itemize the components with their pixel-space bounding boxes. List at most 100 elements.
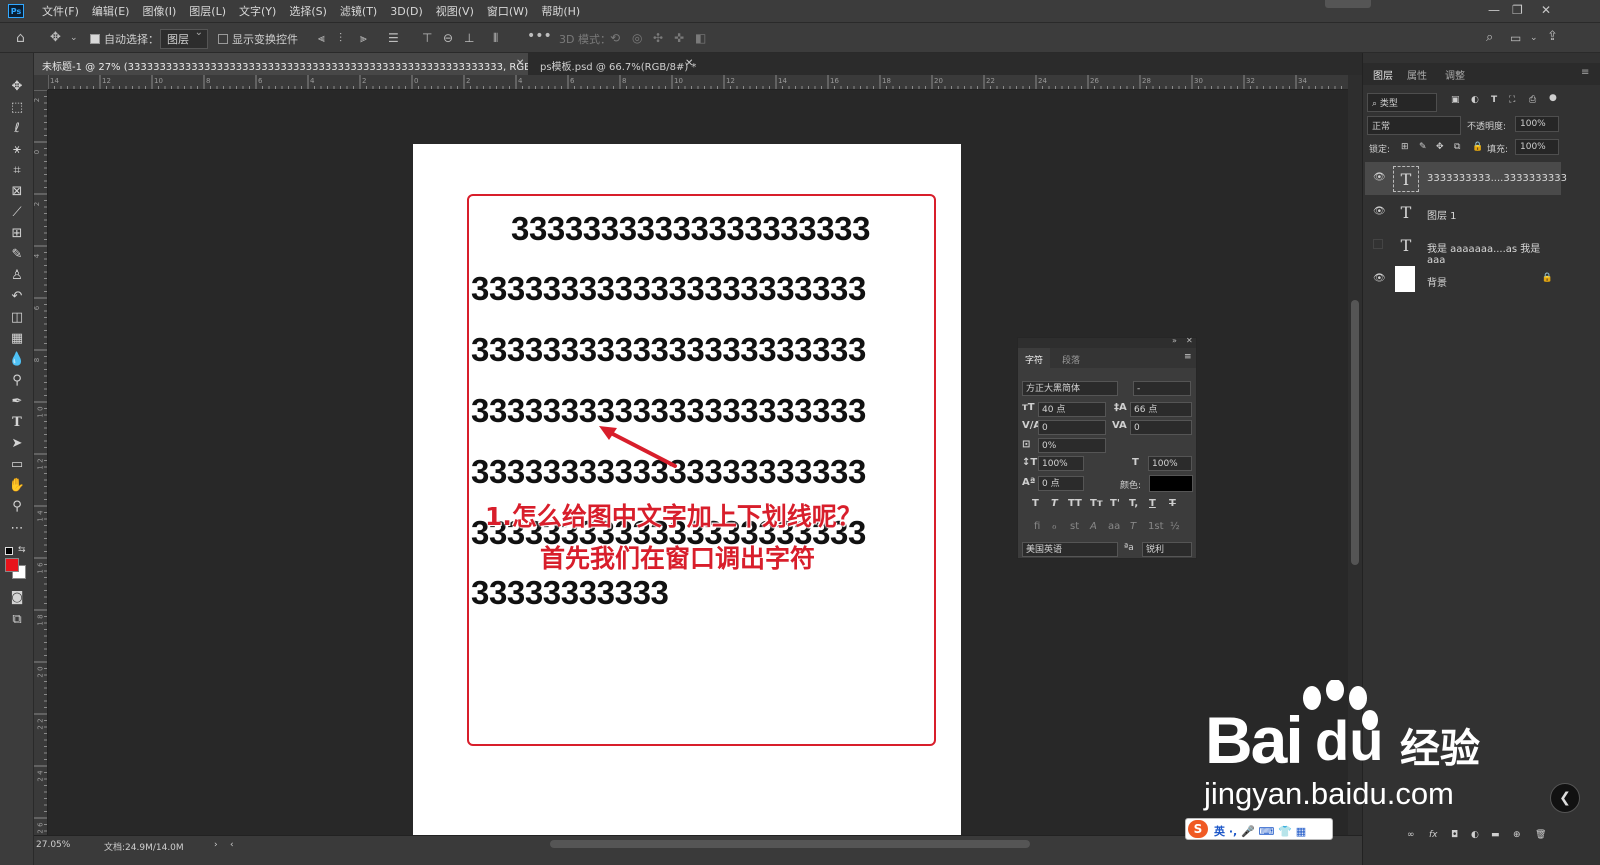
lock-artboard-icon[interactable]: ⧉ (1454, 142, 1460, 152)
minimize-button[interactable]: — (1488, 3, 1500, 17)
filter-adjustment-icon[interactable]: ◐ (1471, 95, 1479, 105)
scroll-left-arrow-icon[interactable]: ‹ (230, 840, 234, 850)
tab-ps-template[interactable]: ps模板.psd @ 66.7%(RGB/8#) * (532, 53, 702, 75)
status-menu-arrow-icon[interactable]: › (214, 840, 218, 850)
fill-field[interactable]: 100% (1515, 139, 1559, 155)
old-style-button[interactable]: ℴ (1052, 521, 1057, 532)
auto-select-checkbox[interactable]: 自动选择： (90, 31, 159, 47)
tsume-field[interactable]: 0% (1038, 438, 1106, 453)
home-icon[interactable]: ⌂ (16, 31, 25, 45)
lock-all-icon[interactable]: 🔒 (1472, 142, 1483, 152)
document-canvas[interactable]: 33333333333333333333 3333333333333333333… (413, 144, 961, 835)
filter-type-icon[interactable]: T (1491, 95, 1497, 105)
filter-shape-icon[interactable]: ⛶ (1509, 95, 1515, 105)
layer-name[interactable]: 背景 (1427, 274, 1447, 289)
font-style-dropdown[interactable]: - (1133, 381, 1191, 396)
layer-row[interactable]: T 我是 aaaaaaa....as 我是 aaa (1365, 229, 1561, 266)
text-color-swatch[interactable] (1149, 475, 1193, 492)
panel-header[interactable]: » ✕ (1018, 336, 1196, 348)
eyedropper-tool-icon[interactable]: ⟋ (8, 204, 26, 222)
font-size-field[interactable]: 40 点 (1038, 402, 1106, 417)
swap-colors-icon[interactable]: ⇆ (18, 545, 26, 555)
link-layers-icon[interactable]: ∞ (1407, 830, 1415, 840)
share-icon[interactable]: ⇪ (1547, 30, 1558, 43)
trash-icon[interactable]: 🗑 (1535, 830, 1546, 840)
all-caps-button[interactable]: TT (1068, 498, 1082, 509)
menu-file[interactable]: 文件(F) (42, 3, 79, 19)
filter-toggle-icon[interactable]: ● (1549, 93, 1557, 103)
lock-position-icon[interactable]: ✥ (1436, 142, 1444, 152)
healing-brush-tool-icon[interactable]: ⊞ (8, 225, 26, 243)
layer-row[interactable]: 👁 背景 🔒 (1365, 263, 1561, 296)
tab-paragraph[interactable]: 段落 (1062, 353, 1080, 366)
clone-stamp-tool-icon[interactable]: ♙ (8, 267, 26, 285)
align-hcenter-icon[interactable]: ⫶ (339, 32, 342, 44)
eye-hidden-icon[interactable] (1373, 239, 1383, 249)
vertical-scale-field[interactable]: 100% (1038, 456, 1084, 471)
ordinals-button[interactable]: T (1130, 521, 1136, 532)
adjustment-layer-icon[interactable]: ◐ (1471, 830, 1479, 840)
marquee-tool-icon[interactable]: ⬚ (8, 99, 26, 117)
menu-filter[interactable]: 滤镜(T) (340, 3, 377, 19)
lock-transparent-icon[interactable]: ⊞ (1401, 142, 1409, 152)
align-vcenter-icon[interactable]: ⊖ (443, 32, 453, 44)
chevron-down-icon[interactable]: ⌄ (70, 32, 78, 44)
zoom-level[interactable]: 27.05% (36, 840, 70, 850)
anti-alias-dropdown[interactable]: 锐利 (1142, 542, 1192, 557)
leading-field[interactable]: 66 点 (1130, 402, 1192, 417)
menu-help[interactable]: 帮助(H) (541, 3, 580, 19)
path-selection-tool-icon[interactable]: ➤ (8, 435, 26, 453)
opacity-field[interactable]: 100% (1515, 116, 1559, 132)
eye-icon[interactable]: 👁 (1373, 273, 1386, 284)
layer-name[interactable]: 图层 1 (1427, 207, 1457, 222)
close-window-button[interactable]: ✕ (1541, 3, 1551, 17)
menu-image[interactable]: 图像(I) (142, 3, 176, 19)
font-family-dropdown[interactable]: 方正大黑简体 (1022, 381, 1118, 396)
menu-select[interactable]: 选择(S) (289, 3, 327, 19)
menu-window[interactable]: 窗口(W) (487, 3, 528, 19)
menu-view[interactable]: 视图(V) (436, 3, 474, 19)
kerning-field[interactable]: 0 (1038, 420, 1106, 435)
quick-mask-icon[interactable]: ◙ (8, 589, 26, 607)
filter-smart-object-icon[interactable]: ⎙ (1529, 95, 1536, 105)
rectangle-tool-icon[interactable]: ▭ (8, 456, 26, 474)
history-brush-tool-icon[interactable]: ↶ (8, 288, 26, 306)
close-icon[interactable]: ✕ (1186, 336, 1193, 345)
eye-icon[interactable]: 👁 (1373, 206, 1386, 217)
ime-status-text[interactable]: 英 ·, 🎤 ⌨ 👕 ▦ (1214, 823, 1306, 839)
screen-mode-icon[interactable]: ⧉ (8, 611, 26, 629)
superior-button[interactable]: 1st (1148, 521, 1164, 532)
new-layer-icon[interactable]: ⊕ (1513, 830, 1521, 840)
lock-pixels-icon[interactable]: ✎ (1419, 142, 1427, 152)
close-tab-icon[interactable]: ✕ (516, 58, 524, 69)
dodge-tool-icon[interactable]: ⚲ (8, 372, 26, 390)
tab-untitled-1[interactable]: 未标题-1 @ 27% (333333333333333333333333333… (34, 53, 528, 75)
default-colors-icon[interactable] (5, 547, 13, 555)
small-caps-button[interactable]: Tт (1090, 498, 1103, 509)
panel-menu-icon[interactable]: ≡ (1184, 352, 1192, 362)
collapse-icon[interactable]: » (1172, 336, 1177, 345)
baseline-shift-field[interactable]: 0 点 (1038, 476, 1084, 491)
horizontal-scale-field[interactable]: 100% (1148, 456, 1192, 471)
layer-name[interactable]: 3333333333....3333333333 (1427, 173, 1567, 184)
blend-mode-dropdown[interactable]: 正常 (1367, 116, 1461, 135)
tab-properties[interactable]: 属性 (1407, 67, 1427, 82)
search-icon[interactable]: ⌕ (1486, 31, 1493, 44)
lasso-tool-icon[interactable]: ℓ (8, 120, 26, 138)
faux-italic-button[interactable]: T (1051, 498, 1058, 509)
auto-select-target-dropdown[interactable]: 图层 (160, 27, 208, 49)
layer-filter-dropdown[interactable]: ⌕ 类型 (1367, 93, 1437, 112)
fractions-button[interactable]: ½ (1170, 521, 1180, 532)
menu-layer[interactable]: 图层(L) (189, 3, 226, 19)
brush-tool-icon[interactable]: ✎ (8, 246, 26, 264)
scrollbar-thumb[interactable] (1351, 300, 1359, 565)
titling-alternates-button[interactable]: aa (1108, 521, 1120, 532)
panel-menu-icon[interactable]: ≡ (1581, 67, 1589, 78)
underline-button[interactable]: T (1149, 498, 1156, 509)
tab-character[interactable]: 字符 (1018, 348, 1051, 368)
type-tool-icon[interactable]: T (8, 414, 26, 432)
move-tool-icon[interactable]: ✥ (8, 78, 26, 96)
menu-3d[interactable]: 3D(D) (390, 5, 423, 18)
edit-toolbar-icon[interactable]: ⋯ (8, 520, 26, 538)
eye-icon[interactable]: 👁 (1373, 172, 1386, 183)
